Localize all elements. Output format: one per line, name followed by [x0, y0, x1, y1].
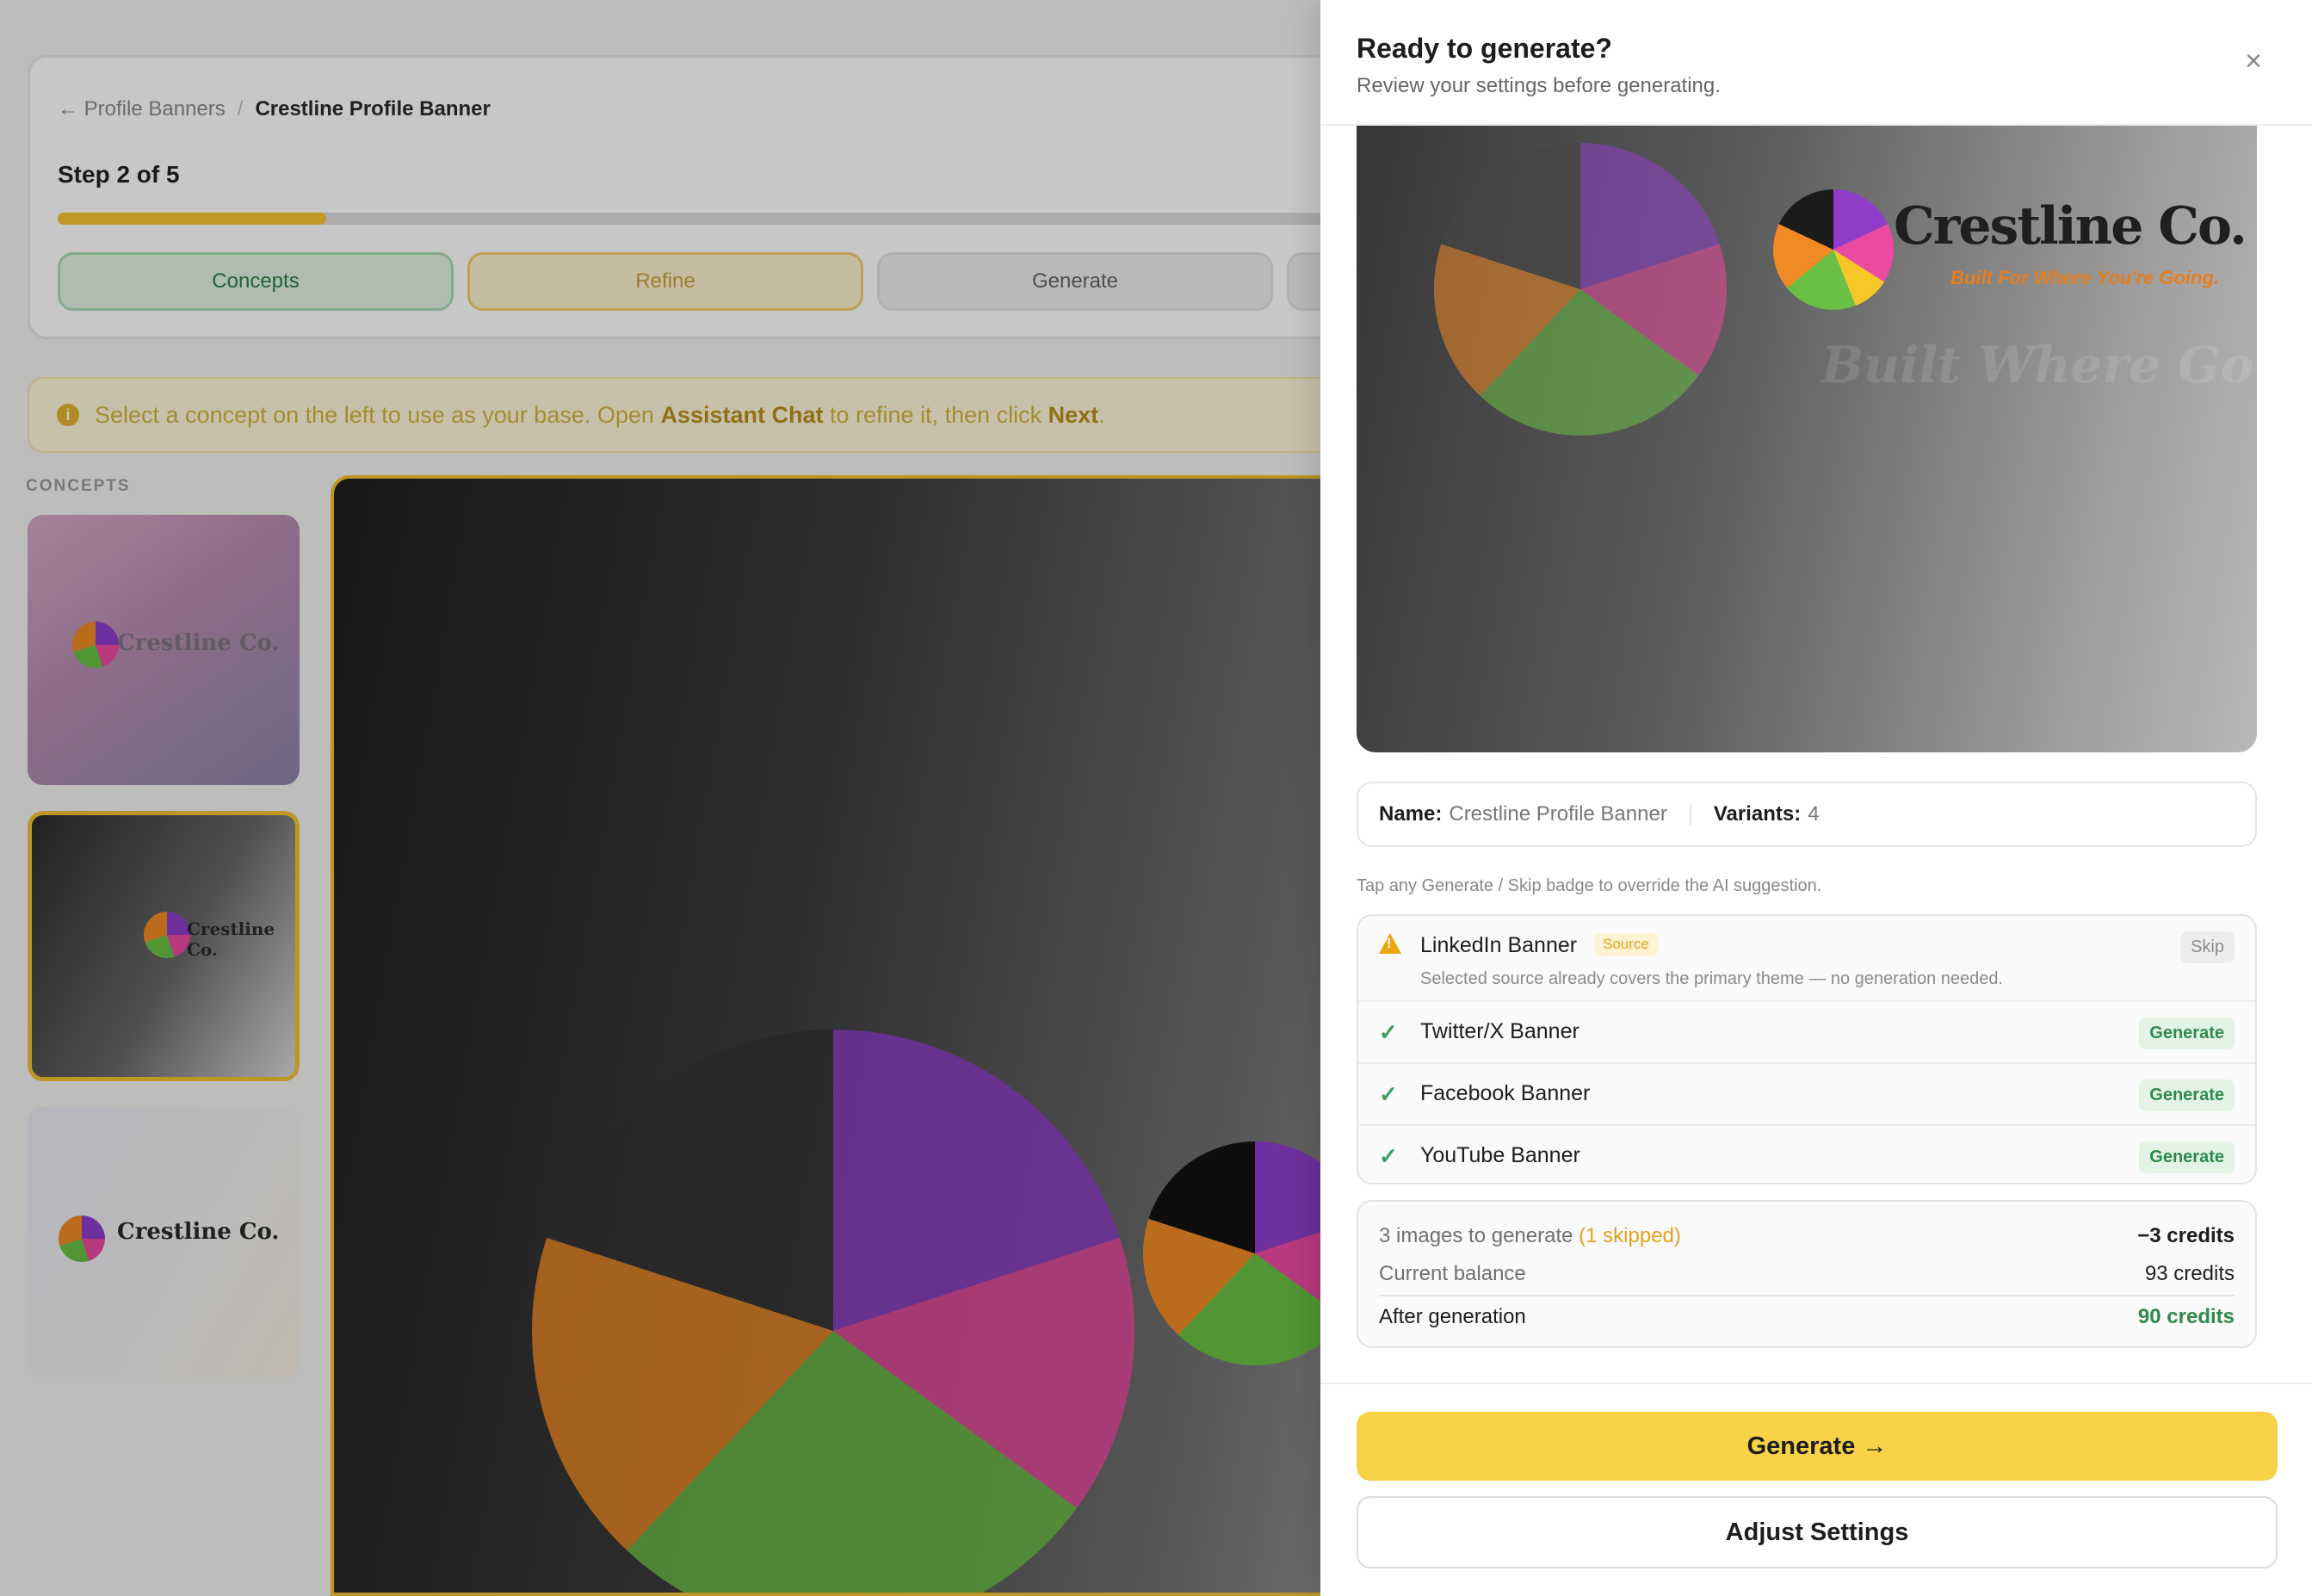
variants-value: 4 — [1808, 802, 1820, 826]
generate-badge[interactable]: Generate — [2139, 1079, 2235, 1111]
source-tag: Source — [1594, 933, 1658, 956]
images-count-label: 3 images to generate (1 skipped) — [1379, 1224, 1681, 1248]
meta-divider — [1689, 803, 1691, 826]
images-to-generate-line: 3 images to generate (1 skipped) −3 cred… — [1379, 1224, 2235, 1248]
preview-tagline: Built For Where You're Going. — [1950, 267, 2220, 288]
platform-row-facebook: ✓ Facebook Banner Generate — [1358, 1064, 2255, 1126]
current-balance-label: Current balance — [1379, 1262, 1526, 1285]
name-label: Name: — [1379, 802, 1443, 826]
current-balance-value: 93 credits — [2144, 1262, 2235, 1285]
platform-name: LinkedIn Banner — [1420, 933, 1578, 957]
current-balance-line: Current balance 93 credits — [1379, 1262, 2235, 1286]
images-count-text: 3 images to generate — [1379, 1224, 1573, 1247]
preview-brand-name: Crestline Co. — [1894, 196, 2247, 257]
platform-name: Facebook Banner — [1420, 1081, 1591, 1105]
drawer-header: Ready to generate? Review your settings … — [1320, 0, 2312, 126]
platform-name: Twitter/X Banner — [1420, 1019, 1579, 1043]
platform-name: YouTube Banner — [1420, 1143, 1580, 1167]
name-value: Crestline Profile Banner — [1449, 802, 1667, 826]
generate-button[interactable]: Generate → — [1357, 1412, 2278, 1481]
platform-row-youtube: ✓ YouTube Banner Generate — [1358, 1126, 2255, 1183]
adjust-settings-button[interactable]: Adjust Settings — [1357, 1496, 2278, 1568]
variants-label: Variants: — [1713, 802, 1802, 826]
cost-divider — [1379, 1295, 2235, 1296]
warning-icon-mark: ! — [1387, 937, 1392, 951]
credits-summary: 3 images to generate (1 skipped) −3 cred… — [1357, 1200, 2257, 1348]
hedgehog-logo-graphic — [1434, 143, 1727, 436]
check-icon: ✓ — [1379, 1081, 1398, 1107]
check-icon: ✓ — [1379, 1143, 1398, 1169]
logo-mark — [1773, 189, 1894, 310]
footer-divider — [1320, 1383, 2312, 1384]
close-icon[interactable]: × — [2240, 46, 2267, 76]
banner-preview: Crestline Co. Built For Where You're Goi… — [1357, 126, 2257, 752]
drawer-subtitle: Review your settings before generating. — [1357, 74, 1721, 97]
credits-cost: −3 credits — [2137, 1224, 2235, 1247]
generate-badge[interactable]: Generate — [2139, 1018, 2235, 1049]
preview-ghost-text: Built Where Gou'e G — [1821, 336, 2257, 394]
generate-review-drawer: Ready to generate? Review your settings … — [1320, 0, 2312, 1596]
drawer-title: Ready to generate? — [1357, 33, 1612, 64]
skipped-count: (1 skipped) — [1579, 1224, 1681, 1247]
platform-note: Selected source already covers the prima… — [1420, 969, 2004, 988]
platform-row-linkedin: ! LinkedIn Banner Source Selected source… — [1358, 916, 2255, 1002]
after-generation-line: After generation 90 credits — [1379, 1305, 2235, 1329]
override-hint: Tap any Generate / Skip badge to overrid… — [1357, 876, 1822, 895]
generate-badge[interactable]: Generate — [2139, 1141, 2235, 1173]
platform-list: ! LinkedIn Banner Source Selected source… — [1357, 914, 2257, 1185]
check-icon: ✓ — [1379, 1019, 1398, 1045]
after-generation-value: 90 credits — [2137, 1305, 2235, 1328]
summary-meta: Name: Crestline Profile Banner Variants:… — [1357, 782, 2257, 847]
platform-row-twitter: ✓ Twitter/X Banner Generate — [1358, 1002, 2255, 1064]
after-generation-label: After generation — [1379, 1305, 1526, 1328]
skip-badge[interactable]: Skip — [2180, 931, 2235, 963]
